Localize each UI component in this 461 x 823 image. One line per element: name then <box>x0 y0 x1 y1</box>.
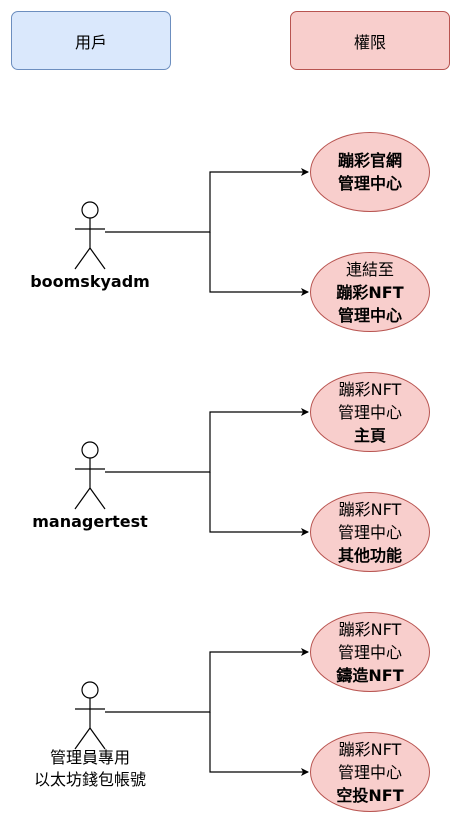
permission-line: 管理中心 <box>337 642 402 662</box>
permission-line: 鑄造NFT <box>336 665 404 685</box>
actor-figure-icon <box>74 441 106 510</box>
actor-label-line: 以太坊錢包帳號 <box>33 770 146 789</box>
permission-ellipse: 蹦彩NFT 管理中心空投NFT <box>310 732 430 812</box>
actor-left-leg <box>74 247 91 270</box>
actor-label-line: boomskyadm <box>30 272 150 291</box>
actor-label-line: managertest <box>32 512 148 531</box>
permission-line: 管理中心 <box>337 402 402 422</box>
permission-ellipse: 蹦彩NFT 管理中心鑄造NFT <box>310 612 430 692</box>
permission-line: 蹦彩NFT <box>338 739 402 759</box>
permission-line: 主頁 <box>353 425 386 445</box>
permission-ellipse: 蹦彩NFT 管理中心其他功能 <box>310 492 430 572</box>
permission-line: 蹦彩NFT <box>338 379 402 399</box>
permission-ellipse: 蹦彩官網 管理中心 <box>310 132 430 212</box>
permission-line: 管理中心 <box>337 762 402 782</box>
actor-right-leg <box>89 247 106 270</box>
actor-label: managertest <box>10 511 170 533</box>
permission-line: 管理中心 <box>337 522 402 542</box>
actor-label: boomskyadm <box>10 271 170 293</box>
permission-line: 管理中心 <box>337 305 402 325</box>
connector-arrow <box>105 168 309 233</box>
actor-head <box>81 201 99 219</box>
permission-ellipse: 連結至蹦彩NFT 管理中心 <box>310 252 430 332</box>
connector-arrow <box>209 472 309 536</box>
actor-head <box>81 681 99 699</box>
actor-figure-icon <box>74 681 106 750</box>
actor-label: 管理員專用以太坊錢包帳號 <box>10 747 170 791</box>
permission-line: 蹦彩NFT <box>336 282 404 302</box>
actor-head <box>81 441 99 459</box>
actor-left-leg <box>74 727 91 750</box>
connector-arrow <box>209 232 309 296</box>
permission-line: 連結至 <box>345 259 394 279</box>
actor-right-leg <box>89 487 106 510</box>
permission-line: 蹦彩NFT <box>338 619 402 639</box>
permission-ellipse: 蹦彩NFT 管理中心主頁 <box>310 372 430 452</box>
permission-line: 其他功能 <box>337 545 402 565</box>
connector-arrow <box>105 408 309 473</box>
permission-line: 蹦彩NFT <box>338 499 402 519</box>
actor-left-leg <box>74 487 91 510</box>
permission-line: 管理中心 <box>337 174 402 193</box>
connector-arrow <box>209 712 309 776</box>
connector-arrow <box>105 648 309 713</box>
actor-figure-icon <box>74 201 106 270</box>
permission-line: 蹦彩官網 <box>337 151 402 170</box>
permission-line: 空投NFT <box>336 785 404 805</box>
actor-right-leg <box>89 727 106 750</box>
actor-label-line: 管理員專用 <box>49 748 130 767</box>
